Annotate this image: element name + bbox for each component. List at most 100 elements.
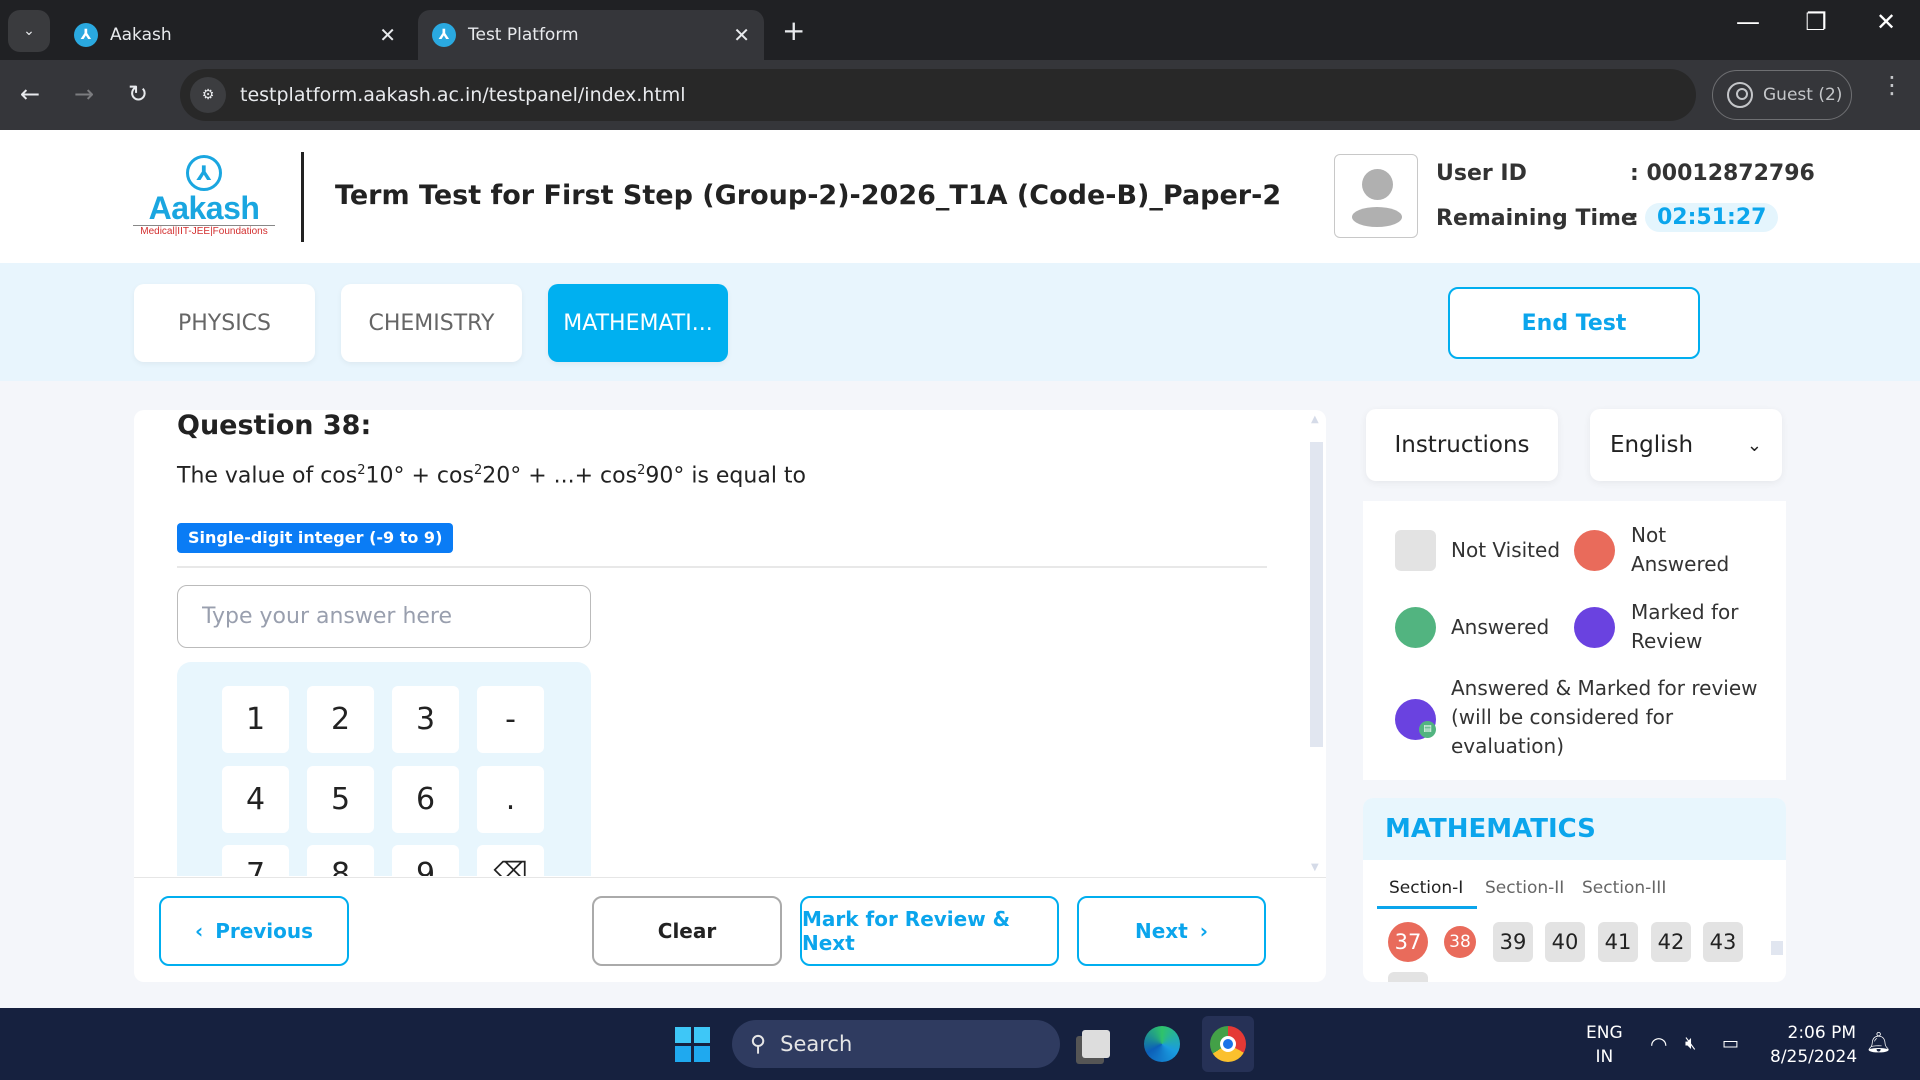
marked-review-swatch bbox=[1574, 607, 1615, 648]
key-5[interactable]: 5 bbox=[307, 766, 374, 833]
subject-label: PHYSICS bbox=[177, 310, 272, 336]
windows-start-icon[interactable] bbox=[672, 1016, 712, 1072]
instructions-label: Instructions bbox=[1394, 432, 1530, 458]
url-text[interactable]: testplatform.aakash.ac.in/testpanel/inde… bbox=[240, 84, 686, 106]
section-tab-3[interactable]: Section-III bbox=[1582, 878, 1666, 898]
remaining-time-value: 02:51:27 bbox=[1645, 203, 1779, 232]
next-label: Next bbox=[1134, 919, 1188, 943]
key-6[interactable]: 6 bbox=[392, 766, 459, 833]
subject-label: CHEMISTRY bbox=[368, 310, 495, 336]
answered-swatch bbox=[1395, 607, 1436, 648]
forward-arrow-icon[interactable]: → bbox=[74, 80, 94, 108]
question-button-40[interactable]: 40 bbox=[1545, 922, 1585, 962]
question-button-38[interactable]: 38 bbox=[1444, 926, 1476, 958]
status-legend: Not Visited Not Answered Answered Marked… bbox=[1363, 501, 1786, 780]
input-language-indicator[interactable]: ENG IN bbox=[1586, 1021, 1623, 1069]
window-close-icon[interactable]: ✕ bbox=[1856, 8, 1916, 36]
not-visited-swatch bbox=[1395, 530, 1436, 571]
user-avatar bbox=[1334, 154, 1418, 238]
question-button-43[interactable]: 43 bbox=[1703, 922, 1743, 962]
key-9[interactable]: 9 bbox=[392, 845, 459, 876]
question-button-39[interactable]: 39 bbox=[1493, 922, 1533, 962]
key-minus[interactable]: - bbox=[477, 686, 544, 753]
language-value: English bbox=[1610, 432, 1694, 458]
edge-browser-icon[interactable] bbox=[1140, 1016, 1184, 1072]
answered-marked-swatch: ▤ bbox=[1395, 699, 1436, 740]
tab-title: Aakash bbox=[110, 25, 172, 45]
previous-button[interactable]: ‹ Previous bbox=[159, 896, 349, 966]
key-3[interactable]: 3 bbox=[392, 686, 459, 753]
section-tab-1[interactable]: Section-I bbox=[1389, 878, 1463, 898]
taskbar-search[interactable]: ⚲ Search bbox=[732, 1020, 1060, 1068]
site-info-tune-icon[interactable]: ⚙ bbox=[190, 77, 226, 113]
numeric-keypad: 1 2 3 - 4 5 6 . 7 8 9 ⌫ bbox=[177, 662, 591, 876]
aakash-favicon-icon: ⅄ bbox=[432, 23, 456, 47]
volume-muted-icon[interactable]: 🔇︎ bbox=[1685, 1032, 1696, 1056]
wifi-icon[interactable]: ◠ bbox=[1650, 1032, 1667, 1056]
chevron-right-icon: › bbox=[1199, 919, 1208, 943]
chrome-taskbar-icon[interactable] bbox=[1202, 1016, 1254, 1072]
new-tab-plus-icon[interactable]: + bbox=[782, 14, 805, 47]
guest-profile-button[interactable]: Guest (2) bbox=[1712, 70, 1852, 120]
scroll-up-arrow-icon[interactable]: ▲ bbox=[1311, 414, 1319, 425]
key-4[interactable]: 4 bbox=[222, 766, 289, 833]
legend-marked-review: Marked for Review bbox=[1631, 600, 1739, 653]
key-2[interactable]: 2 bbox=[307, 686, 374, 753]
key-8[interactable]: 8 bbox=[307, 845, 374, 876]
question-scrollbar[interactable] bbox=[1310, 442, 1323, 747]
profile-icon bbox=[1727, 82, 1753, 108]
mark-review-label: Mark for Review & Next bbox=[802, 907, 1011, 955]
notifications-bell-icon[interactable]: 🔔︎ bbox=[1866, 1030, 1891, 1054]
clear-label: Clear bbox=[657, 919, 717, 943]
minimize-icon[interactable]: — bbox=[1718, 8, 1778, 36]
browser-tab-test-platform[interactable]: ⅄ Test Platform ✕ bbox=[418, 10, 764, 60]
mark-for-review-next-button[interactable]: Mark for Review & Next bbox=[800, 896, 1059, 966]
reload-icon[interactable]: ↻ bbox=[128, 80, 148, 108]
battery-icon[interactable]: ▭ bbox=[1722, 1032, 1739, 1056]
scroll-down-arrow-icon[interactable]: ▼ bbox=[1311, 862, 1319, 873]
previous-label: Previous bbox=[215, 919, 314, 943]
clock[interactable]: 2:06 PM 8/25/2024 bbox=[1770, 1021, 1857, 1069]
task-view-icon[interactable] bbox=[1076, 1016, 1116, 1072]
browser-tab-aakash[interactable]: ⅄ Aakash ✕ bbox=[60, 10, 410, 60]
legend-answered-marked: Answered & Marked for review (will be co… bbox=[1451, 676, 1758, 758]
restore-icon[interactable]: ❐ bbox=[1786, 8, 1846, 36]
subject-tab-mathematics[interactable]: MATHEMATI... bbox=[548, 284, 728, 362]
tab-search-button[interactable]: ⌄ bbox=[8, 10, 50, 52]
aakash-logo: ⅄ Aakash Medical|IIT-JEE|Foundations bbox=[133, 155, 275, 241]
question-button-37[interactable]: 37 bbox=[1388, 922, 1428, 962]
key-7[interactable]: 7 bbox=[222, 845, 289, 876]
question-button-42[interactable]: 42 bbox=[1651, 922, 1691, 962]
answer-input[interactable] bbox=[177, 585, 591, 648]
remaining-time-separator: : bbox=[1630, 206, 1639, 231]
back-arrow-icon[interactable]: ← bbox=[20, 80, 40, 108]
palette-scrollbar[interactable] bbox=[1771, 941, 1783, 955]
language-select[interactable]: English ⌄ bbox=[1590, 409, 1782, 481]
answered-badge-icon: ▤ bbox=[1419, 721, 1436, 738]
question-divider bbox=[177, 566, 1267, 568]
chevron-down-icon: ⌄ bbox=[23, 23, 35, 39]
chevron-left-icon: ‹ bbox=[194, 919, 204, 943]
section-tab-2[interactable]: Section-II bbox=[1485, 878, 1564, 898]
subject-tab-chemistry[interactable]: CHEMISTRY bbox=[341, 284, 522, 362]
footer-divider bbox=[134, 877, 1326, 878]
instructions-button[interactable]: Instructions bbox=[1366, 409, 1558, 481]
next-button[interactable]: Next › bbox=[1077, 896, 1266, 966]
key-decimal[interactable]: . bbox=[477, 766, 544, 833]
aakash-favicon-icon: ⅄ bbox=[74, 23, 98, 47]
browser-menu-kebab-icon[interactable]: ⋮ bbox=[1880, 73, 1904, 97]
close-tab-icon[interactable]: ✕ bbox=[379, 23, 396, 47]
end-test-button[interactable]: End Test bbox=[1448, 287, 1700, 359]
close-tab-icon[interactable]: ✕ bbox=[733, 23, 750, 47]
question-button-41[interactable]: 41 bbox=[1598, 922, 1638, 962]
subject-tab-physics[interactable]: PHYSICS bbox=[134, 284, 315, 362]
legend-not-visited: Not Visited bbox=[1451, 538, 1561, 562]
chevron-down-icon: ⌄ bbox=[1746, 434, 1762, 456]
key-1[interactable]: 1 bbox=[222, 686, 289, 753]
question-button-partial[interactable] bbox=[1388, 972, 1428, 982]
remaining-time-label: Remaining Time bbox=[1436, 206, 1636, 231]
tab-title: Test Platform bbox=[468, 25, 579, 45]
address-bar[interactable]: ⚙ testplatform.aakash.ac.in/testpanel/in… bbox=[180, 69, 1696, 121]
clear-button[interactable]: Clear bbox=[592, 896, 782, 966]
backspace-key-icon[interactable]: ⌫ bbox=[477, 845, 544, 876]
